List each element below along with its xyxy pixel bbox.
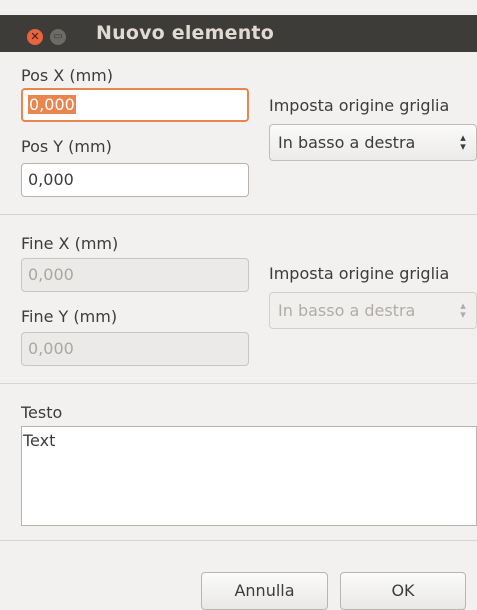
text-area-value: Text (23, 431, 56, 450)
end-origin-select[interactable]: In basso a destra ▴ ▾ (269, 292, 477, 329)
close-icon[interactable]: ✕ (27, 29, 43, 45)
end-y-input[interactable]: 0,000 (21, 332, 249, 366)
pos-y-label: Pos Y (mm) (21, 137, 112, 156)
pos-x-label: Pos X (mm) (21, 66, 113, 85)
pos-origin-select[interactable]: In basso a destra ▴ ▾ (269, 124, 477, 161)
end-origin-label: Imposta origine griglia (269, 264, 450, 283)
section-separator-1 (0, 214, 477, 215)
end-origin-value: In basso a destra (278, 301, 416, 320)
pos-x-input[interactable]: 0,000 (21, 88, 249, 122)
titlebar-top-strip (0, 0, 477, 15)
pos-origin-label: Imposta origine griglia (269, 96, 450, 115)
end-x-value: 0,000 (28, 265, 74, 284)
ok-button[interactable]: OK (340, 572, 466, 610)
pos-x-value: 0,000 (28, 95, 76, 114)
pos-y-value: 0,000 (28, 170, 74, 189)
updown-arrows-icon: ▴ ▾ (460, 131, 466, 153)
window-title: Nuovo elemento (96, 22, 274, 44)
end-y-value: 0,000 (28, 339, 74, 358)
pos-origin-value: In basso a destra (278, 133, 416, 152)
minimize-icon[interactable]: ▭ (50, 29, 66, 45)
updown-arrows-icon: ▴ ▾ (460, 299, 466, 321)
section-separator-3 (0, 540, 477, 541)
end-x-input[interactable]: 0,000 (21, 258, 249, 292)
pos-y-input[interactable]: 0,000 (21, 163, 249, 197)
end-x-label: Fine X (mm) (21, 234, 119, 253)
text-label: Testo (21, 403, 63, 422)
end-y-label: Fine Y (mm) (21, 307, 118, 326)
section-separator-2 (0, 383, 477, 384)
cancel-button[interactable]: Annulla (201, 572, 328, 610)
window-titlebar[interactable]: ✕ ▭ Nuovo elemento (0, 0, 477, 52)
text-area[interactable]: Text (21, 426, 477, 526)
